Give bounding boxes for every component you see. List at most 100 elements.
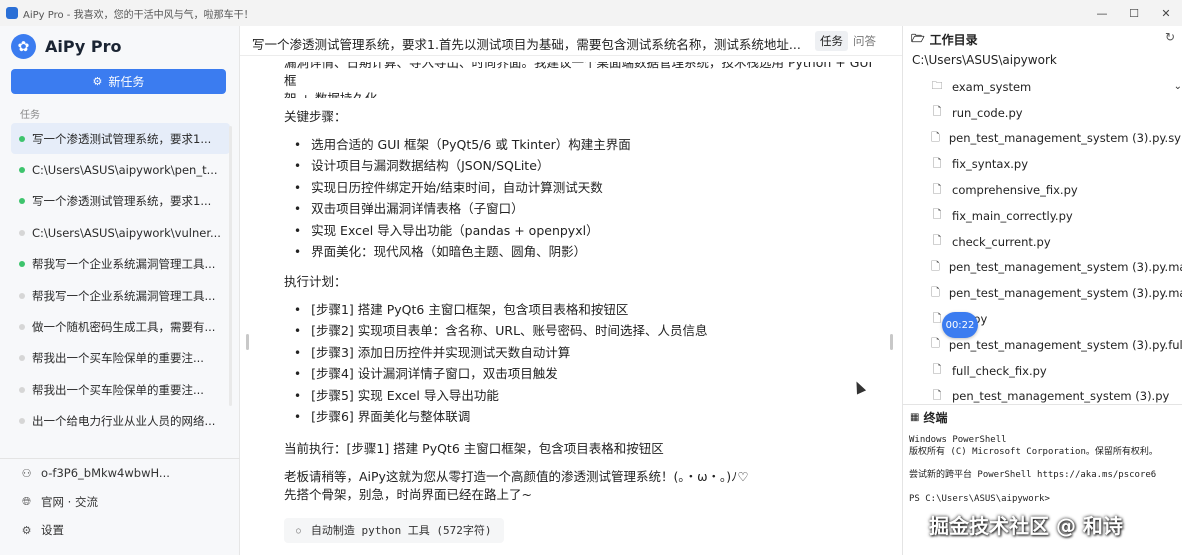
tool-call-block[interactable]: ○ 自动制造 python 工具 (572字符) (284, 518, 504, 543)
plan-item: [步骤1] 搭建 PyQt6 主窗口框架，包含项目表格和按钮区 (284, 299, 884, 321)
status-dot-icon (19, 418, 25, 425)
chat-content: 漏洞详情、日期计算、导入导出、时尚界面。我建议一个桌面端数据管理系统，技术栈选用… (284, 62, 884, 543)
task-item[interactable]: 写一个渗透测试管理系统，要求1... (11, 123, 230, 155)
task-item[interactable]: 写一个渗透测试管理系统，要求1... (11, 186, 230, 217)
file-item[interactable]: 🗋︎ pen_test_management_system (3).py.main… (931, 255, 1182, 281)
file-item[interactable]: 🗋︎ full_check_fix.py (931, 358, 1182, 384)
task-item[interactable]: 做一个随机密码生成工具，需要有... (11, 311, 230, 342)
app-icon (6, 7, 18, 19)
settings-label: 设置 (41, 523, 64, 538)
file-item[interactable]: 🗋︎ comprehensive_fix.py (931, 177, 1182, 203)
file-name: pen_test_management_system (3).py.synta.… (948, 131, 1182, 146)
task-label: 帮我写一个企业系统漏洞管理工具... (32, 288, 216, 303)
status-dot-icon (19, 261, 25, 268)
title-bar: AiPy Pro - 我喜欢，您的干活中风与气，啦那车干！ — ☐ ✕ (0, 0, 1182, 26)
plan-item: [步骤4] 设计漏洞详情子窗口，双击项目触发 (284, 364, 884, 386)
task-label: 帮我写一个企业系统漏洞管理工具... (32, 257, 216, 272)
globe-icon: 🌐︎ (22, 494, 31, 508)
file-item[interactable]: 🗋︎ run_code.py (931, 100, 1182, 126)
right-resize-handle[interactable] (890, 334, 893, 350)
status-dot-icon (19, 324, 25, 331)
brand-name: AiPy Pro (45, 37, 122, 56)
tasks-section-label: 任务 (20, 110, 40, 121)
links-row[interactable]: 🌐︎ 官网 · 交流 (0, 488, 240, 517)
main-header: 写一个渗透测试管理系统，要求1.首先以测试项目为基础，需要包含测试系统名称，测试… (240, 26, 902, 56)
terminal-line: PS C:\Users\ASUS\aipywork> (909, 493, 1050, 504)
account-label: o-f3P6_bMkw4wbwH... (41, 466, 170, 481)
tab-qa[interactable]: 问答 (848, 31, 881, 51)
file-item[interactable]: 🗋︎ fix_main_correctly.py (931, 203, 1182, 229)
file-item[interactable]: 🗋︎ check_current.py (931, 229, 1182, 255)
settings-row[interactable]: ⚙ 设置 (0, 516, 240, 545)
file-name: fix_main_correctly.py (952, 208, 1073, 223)
window-title: AiPy Pro - 我喜欢，您的干活中风与气，啦那车干！ (23, 9, 254, 21)
folder-icon: 🗀︎ (931, 79, 943, 93)
new-task-label: 新任务 (108, 75, 145, 89)
task-item[interactable]: C:\Users\ASUS\aipywork\pen_t... (11, 154, 230, 185)
file-item[interactable]: 🗋︎ pen_test_management_system (3).py.synt… (931, 126, 1182, 152)
status-dot-icon (19, 229, 25, 236)
steps-list: 选用合适的 GUI 框架（PyQt5/6 或 Tkinter）构建主界面设计项目… (284, 134, 884, 263)
plan-heading: 执行计划： (284, 274, 347, 289)
workdir-path: C:\Users\ASUS\aipywork (912, 53, 1057, 67)
step-item: 设计项目与漏洞数据结构（JSON/SQLite） (284, 156, 884, 178)
workdir-header: 🗁︎ 工作目录 ↻ (911, 29, 1181, 49)
account-row[interactable]: ⚇ o-f3P6_bMkw4wbwH... (0, 459, 240, 488)
file-name: pen_test_management_system (3).py.full_b… (948, 337, 1182, 352)
file-icon: 🗋︎ (932, 208, 942, 222)
task-label: 出一个给电力行业从业人员的网络... (32, 414, 216, 429)
terminal-line: 版权所有 (C) Microsoft Corporation。保留所有权利。 (909, 446, 1158, 457)
task-item[interactable]: 帮我出一个买车险保单的重要注... (11, 374, 230, 405)
file-name: run_code.py (952, 105, 1023, 120)
workdir-panel: 🗁︎ 工作目录 ↻ C:\Users\ASUS\aipywork 🗀︎ exam_… (902, 26, 1182, 555)
task-label: 帮我出一个买车险保单的重要注... (32, 351, 204, 366)
task-item[interactable]: C:\Users\ASUS\aipywork\vulner... (11, 217, 230, 248)
minimize-button[interactable]: — (1086, 0, 1118, 26)
task-item[interactable]: 帮我写一个企业系统漏洞管理工具... (11, 280, 230, 311)
task-list: 写一个渗透测试管理系统，要求1... C:\Users\ASUS\aipywork… (11, 123, 230, 437)
file-name: fix_syntax.py (952, 157, 1029, 172)
watermark: 掘金技术社区 @ 和诗 (929, 514, 1123, 538)
close-button[interactable]: ✕ (1150, 0, 1182, 26)
file-name: pen_test_management_system (3).py (952, 389, 1170, 404)
task-label: 写一个渗透测试管理系统，要求1... (32, 131, 212, 146)
file-icon: 🗋︎ (931, 130, 940, 144)
sidebar: ✿ AiPy Pro ⚙ 新任务 任务 写一个渗透测试管理系统，要求1... C:… (0, 26, 240, 555)
task-item[interactable]: 帮我出一个买车险保单的重要注... (11, 343, 230, 374)
file-icon: 🗋︎ (931, 259, 940, 273)
plan-list: [步骤1] 搭建 PyQt6 主窗口框架，包含项目表格和按钮区[步骤2] 实现项… (284, 299, 884, 428)
refresh-icon[interactable]: ↻ (1165, 30, 1175, 44)
task-title: 写一个渗透测试管理系统，要求1.首先以测试项目为基础，需要包含测试系统名称，测试… (252, 37, 801, 52)
new-task-button[interactable]: ⚙ 新任务 (11, 69, 226, 94)
tab-task[interactable]: 任务 (815, 31, 848, 51)
file-name: pen_test_management_system (3).py.main..… (948, 260, 1182, 275)
task-item[interactable]: 出一个给电力行业从业人员的网络... (11, 406, 230, 437)
task-item[interactable]: 帮我写一个企业系统漏洞管理工具... (11, 249, 230, 280)
task-label: C:\Users\ASUS\aipywork\pen_t... (32, 163, 218, 178)
file-item[interactable]: 🗋︎ pen_test_management_system (3).py.main… (931, 280, 1182, 306)
terminal-output[interactable]: Windows PowerShell 版权所有 (C) Microsoft Cor… (909, 435, 1158, 505)
file-icon: 🗋︎ (932, 156, 942, 170)
brand: ✿ AiPy Pro (11, 34, 122, 59)
terminal-line: Windows PowerShell (909, 435, 1007, 445)
step-item: 界面美化：现代风格（如暗色主题、圆角、阴影） (284, 242, 884, 264)
file-icon: 🗋︎ (932, 105, 942, 119)
chevron-down-icon[interactable]: ⌄ (1174, 81, 1182, 92)
circle-icon: ○ (296, 525, 301, 535)
terminal-title: 终端 (923, 411, 948, 425)
file-icon: 🗋︎ (932, 363, 942, 377)
tool-call-label: 自动制造 python 工具 (572字符) (310, 523, 492, 537)
steps-heading: 关键步骤： (284, 109, 347, 124)
reply-line-2: 先搭个骨架，别急，时尚界面已经在路上了~ (284, 487, 532, 502)
task-label: 做一个随机密码生成工具，需要有... (32, 320, 216, 335)
links-label: 官网 · 交流 (41, 494, 98, 509)
maximize-button[interactable]: ☐ (1118, 0, 1150, 26)
file-item[interactable]: 🗋︎ fix_syntax.py (931, 151, 1182, 177)
left-resize-handle[interactable] (246, 334, 249, 350)
file-icon: 🗋︎ (932, 182, 942, 196)
task-label: C:\Users\ASUS\aipywork\vulner... (32, 225, 221, 240)
status-dot-icon (19, 386, 25, 393)
sidebar-scrollbar[interactable] (229, 126, 232, 406)
folder-item[interactable]: 🗀︎ exam_system ⌄ (931, 74, 1182, 100)
